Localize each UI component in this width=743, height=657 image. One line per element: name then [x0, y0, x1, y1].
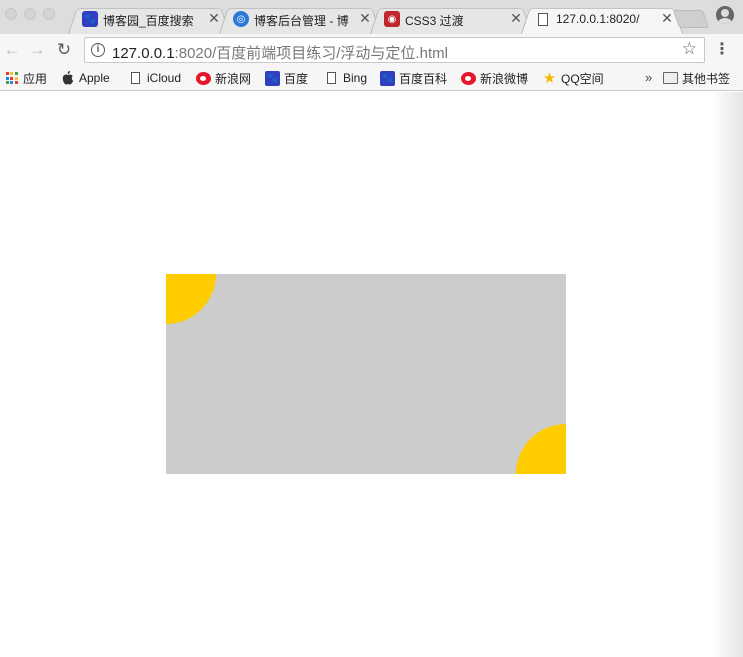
tab-close-icon[interactable]: ✕ — [659, 10, 675, 26]
bookmark-label: 其他书签 — [682, 71, 731, 86]
page-icon — [128, 71, 143, 86]
bookmark-label: 百度 — [284, 71, 309, 86]
more-menu-icon[interactable]: ⋮ — [714, 40, 730, 60]
forward-arrow-icon[interactable]: → — [27, 40, 47, 60]
url-text[interactable]: 127.0.0.1:8020/百度前端项目练习/浮动与定位.html — [112, 42, 448, 63]
minimize-window-button[interactable] — [24, 8, 36, 20]
apps-grid-icon — [4, 71, 19, 86]
tab-local-page[interactable]: 127.0.0.1:8020/ ✕ — [521, 4, 683, 35]
weibo-icon — [461, 71, 476, 86]
bookmark-label: 应用 — [23, 71, 48, 86]
tab-title: 博客园_百度搜索 — [103, 14, 194, 28]
page-icon — [535, 11, 551, 27]
top-left-yellow-quarter-circle — [166, 274, 216, 324]
gray-positioned-box — [166, 274, 566, 474]
runoob-icon: ◉ — [384, 11, 400, 27]
bookmark-label: Bing — [343, 71, 368, 85]
address-bar[interactable]: i 127.0.0.1:8020/百度前端项目练习/浮动与定位.html ☆ — [84, 37, 705, 63]
bookmark-apps[interactable]: 应用 — [4, 69, 47, 87]
bookmarks-overflow-chevron-icon[interactable]: » — [645, 70, 652, 85]
bookmark-bing[interactable]: Bing — [324, 69, 367, 87]
bookmark-other-folder[interactable]: 其他书签 — [663, 69, 730, 87]
tab-css3-transition[interactable]: ◉ CSS3 过渡 ✕ — [370, 4, 532, 35]
url-path: :8020/百度前端项目练习/浮动与定位.html — [174, 45, 448, 62]
cnblogs-icon: ◎ — [233, 11, 249, 27]
bookmarks-bar: 应用 Apple iCloud 新浪网 🐾 百度 Bing 🐾 百度百科 新浪微… — [0, 66, 743, 91]
bookmark-label: 新浪微博 — [480, 71, 529, 86]
back-arrow-icon[interactable]: ← — [2, 40, 22, 60]
close-window-button[interactable] — [5, 8, 17, 20]
zoom-window-button[interactable] — [43, 8, 55, 20]
qq-star-icon: ★ — [542, 70, 557, 87]
bottom-right-yellow-quarter-circle — [516, 424, 566, 474]
bookmark-sina-weibo[interactable]: 新浪微博 — [461, 69, 528, 87]
scrollbar-shadow — [711, 92, 743, 657]
tab-title: CSS3 过渡 — [405, 14, 464, 28]
bookmark-label: QQ空间 — [561, 71, 604, 86]
apple-icon — [60, 71, 75, 86]
bookmark-qzone[interactable]: ★ QQ空间 — [542, 69, 604, 87]
tab-strip: 🐾 博客园_百度搜索 ✕ ◎ 博客后台管理 - 博 ✕ ◉ CSS3 过渡 ✕ … — [0, 0, 743, 35]
weibo-icon — [196, 71, 211, 86]
page-viewport — [0, 92, 743, 657]
baidu-paw-icon: 🐾 — [265, 70, 280, 86]
bookmark-star-icon[interactable]: ☆ — [682, 39, 697, 59]
bookmark-sina[interactable]: 新浪网 — [196, 69, 251, 87]
bookmark-label: 百度百科 — [399, 71, 448, 86]
bookmark-baidu[interactable]: 🐾 百度 — [265, 69, 308, 87]
profile-avatar-icon[interactable] — [716, 6, 734, 24]
bookmark-baidu-baike[interactable]: 🐾 百度百科 — [380, 69, 447, 87]
bookmark-label: iCloud — [147, 71, 182, 85]
tab-title: 博客后台管理 - 博 — [254, 14, 349, 28]
tab-baidu-search[interactable]: 🐾 博客园_百度搜索 ✕ — [68, 4, 230, 35]
folder-icon — [663, 71, 678, 86]
baidu-paw-icon: 🐾 — [380, 70, 395, 86]
url-host: 127.0.0.1 — [112, 45, 175, 62]
bookmark-icloud[interactable]: iCloud — [128, 69, 181, 87]
baidu-paw-icon: 🐾 — [82, 11, 98, 27]
bookmark-apple[interactable]: Apple — [60, 69, 110, 87]
info-icon[interactable]: i — [91, 43, 105, 57]
reload-icon[interactable]: ↻ — [54, 40, 74, 60]
browser-toolbar: ← → ↻ i 127.0.0.1:8020/百度前端项目练习/浮动与定位.ht… — [0, 34, 743, 66]
new-tab-button[interactable] — [672, 10, 710, 28]
bookmark-label: Apple — [79, 71, 110, 85]
page-icon — [324, 71, 339, 86]
tab-blog-admin[interactable]: ◎ 博客后台管理 - 博 ✕ — [219, 4, 381, 35]
tab-title: 127.0.0.1:8020/ — [556, 12, 640, 26]
bookmark-label: 新浪网 — [215, 71, 252, 86]
